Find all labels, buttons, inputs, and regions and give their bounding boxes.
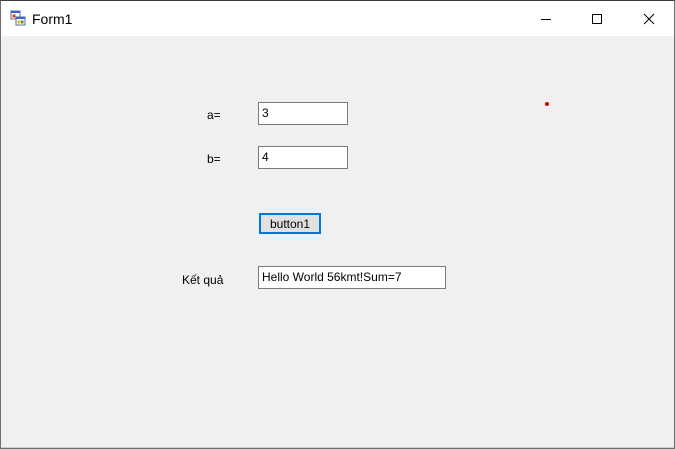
button1[interactable]: button1	[259, 213, 321, 234]
label-a: a=	[207, 108, 221, 122]
label-b: b=	[207, 152, 221, 166]
red-marker-dot	[545, 102, 549, 106]
maximize-button[interactable]	[572, 1, 622, 36]
close-button[interactable]	[624, 1, 674, 36]
window-bottom-edge	[1, 447, 674, 448]
minimize-icon	[541, 18, 551, 20]
input-b[interactable]: 4	[258, 146, 348, 169]
label-result: Kết quả	[182, 273, 224, 287]
window-title: Form1	[32, 11, 73, 27]
form-client-area: a= 3 b= 4 button1 Kết quả Hello World 56…	[1, 36, 674, 448]
form1-window: Form1 a= 3 b= 4 button1 Kết quả Hello Wo…	[0, 0, 675, 449]
maximize-icon	[592, 13, 602, 24]
title-bar[interactable]: Form1	[1, 1, 674, 36]
result-textbox[interactable]: Hello World 56kmt!Sum=7	[258, 266, 446, 289]
close-icon	[643, 13, 655, 24]
input-a[interactable]: 3	[258, 102, 348, 125]
minimize-button[interactable]	[521, 1, 571, 36]
app-icon	[10, 10, 26, 26]
